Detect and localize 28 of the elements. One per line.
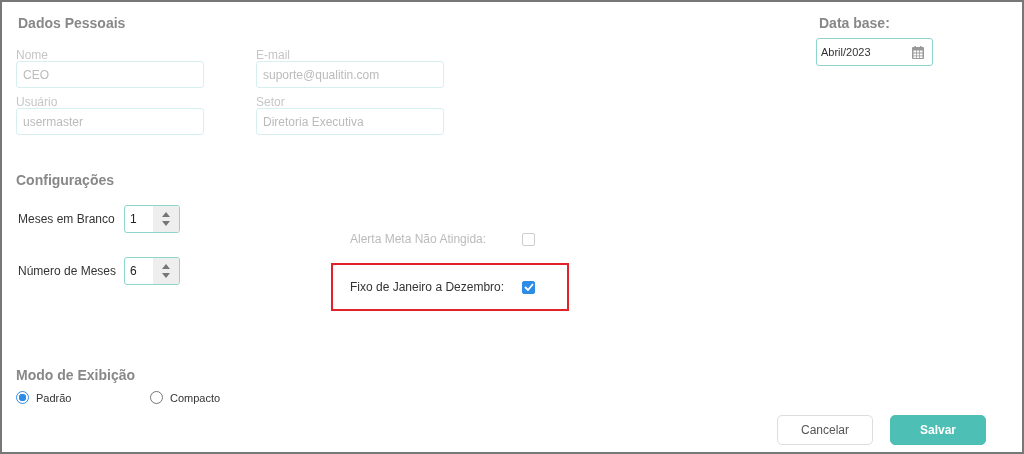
field-label: Setor xyxy=(256,95,286,109)
input-field[interactable]: suporte@qualitin.com xyxy=(256,61,444,88)
section-title: Data base: xyxy=(818,15,891,31)
input-field[interactable]: Diretoria Executiva xyxy=(256,108,444,135)
section-title: Dados Pessoais xyxy=(17,15,127,31)
field-label: Número de Meses xyxy=(17,264,118,278)
number-spinner[interactable]: 6 xyxy=(124,257,180,285)
date-field[interactable]: Abril/2023 xyxy=(816,38,933,66)
calendar-icon xyxy=(912,45,924,59)
checkbox[interactable] xyxy=(522,280,535,294)
field-label: Nome xyxy=(16,48,49,62)
input-field[interactable]: CEO xyxy=(16,61,204,88)
input-field[interactable]: usermaster xyxy=(16,108,204,135)
field-label: Usuário xyxy=(16,95,59,109)
number-spinner[interactable]: 1 xyxy=(124,205,180,233)
section-title: Configurações xyxy=(16,172,115,188)
field-label: Meses em Branco xyxy=(17,212,116,226)
spinner-arrows-icon xyxy=(161,211,171,227)
checkbox-label: Fixo de Janeiro a Dezembro: xyxy=(350,280,506,294)
save-button[interactable]: Salvar xyxy=(890,415,986,445)
checkbox-label: Alerta Meta Não Atingida: xyxy=(350,232,488,246)
radio-label: Compacto xyxy=(170,391,221,404)
field-label: E-mail xyxy=(256,48,291,62)
spinner-arrows-icon xyxy=(161,263,171,279)
section-title: Modo de Exibição xyxy=(16,367,136,383)
radio-label: Padrão xyxy=(36,391,72,404)
cancel-button[interactable]: Cancelar xyxy=(777,415,873,445)
radio-button[interactable] xyxy=(16,391,29,404)
